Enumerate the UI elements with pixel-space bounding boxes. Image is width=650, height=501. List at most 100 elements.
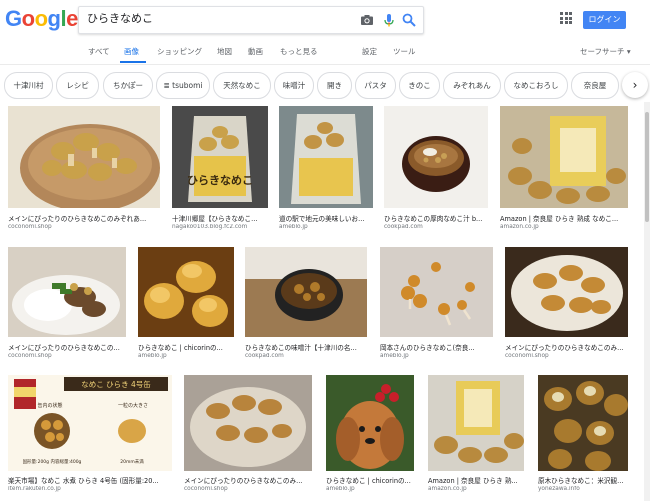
chevron-right-icon[interactable]: › <box>622 72 648 98</box>
tab-more[interactable]: もっと見る <box>280 46 318 57</box>
image-result[interactable]: メインにぴったりのひらきなめこのみぞれあ... coconomi.shop <box>8 106 160 231</box>
result-thumbnail[interactable] <box>245 247 367 337</box>
camera-icon[interactable] <box>359 12 375 28</box>
mushroom-closeup-image <box>138 247 234 337</box>
package-text: ひらきなめこ <box>187 174 253 187</box>
tab-all[interactable]: すべて <box>88 46 110 57</box>
image-result[interactable]: メインにぴったりのひらきなめこの... coconomi.shop <box>8 247 126 362</box>
chip[interactable]: 十津川村 <box>4 72 53 99</box>
canned-mushroom-infographic-image: なめこ ひらき 4号缶 缶内の状態 一粒の大きさ 固形量:200g 内容総量:4… <box>8 375 172 471</box>
result-thumbnail[interactable]: ひらきなめこ <box>172 106 268 208</box>
result-source: coconomi.shop <box>8 224 52 230</box>
result-thumbnail[interactable] <box>500 106 628 208</box>
image-result[interactable]: メインにぴったりのひらきなめこのみ... coconomi.shop <box>184 375 312 495</box>
result-thumbnail[interactable] <box>8 247 126 337</box>
search-input[interactable] <box>87 11 347 24</box>
image-result[interactable]: なめこ ひらき 4号缶 缶内の状態 一粒の大きさ 固形量:200g 内容総量:4… <box>8 375 172 495</box>
result-thumbnail[interactable]: なめこ ひらき 4号缶 缶内の状態 一粒の大きさ 固形量:200g 内容総量:4… <box>8 375 172 471</box>
result-source: coconomi.shop <box>184 486 228 492</box>
chip[interactable]: なめこおろし <box>504 72 568 99</box>
image-result[interactable]: Amazon | 奈良屋 ひらき 熟... amazon.co.jp <box>428 375 524 495</box>
result-thumbnail[interactable] <box>184 375 312 471</box>
result-caption[interactable]: 岡本さんのひらきなめこ(奈良... <box>380 342 493 352</box>
logo-letter: G <box>5 6 22 31</box>
result-caption[interactable]: Amazon | 奈良屋 ひらき 熟... <box>428 475 524 485</box>
chip[interactable]: 味噌汁 <box>274 72 314 99</box>
result-caption[interactable]: ひらきなめこの厚肉なめこ汁 b... <box>384 213 488 223</box>
result-caption[interactable]: Amazon | 奈良屋 ひらき 熟成 なめこ... <box>500 213 628 223</box>
result-caption[interactable]: メインにぴったりのひらきなめこの... <box>8 342 126 352</box>
mushroom-package-image <box>279 106 373 208</box>
result-caption[interactable]: メインにぴったりのひらきなめこのみ... <box>184 475 312 485</box>
chip[interactable]: レシピ <box>56 72 99 99</box>
result-source: amazon.co.jp <box>500 224 539 230</box>
chip[interactable]: ≣ tsubomi <box>156 72 210 99</box>
chip[interactable]: 奈良屋 <box>571 72 619 99</box>
image-result[interactable]: ひらきなめこ | chicorinの... ameblo.jp <box>326 375 414 495</box>
result-source: cookpad.com <box>384 224 423 230</box>
result-source: ameblo.jp <box>380 353 409 359</box>
result-caption[interactable]: ひらきなめこ | chicorinの... <box>138 342 234 352</box>
apps-grid-icon[interactable] <box>560 12 572 24</box>
logo-letter: e <box>66 6 78 31</box>
result-caption[interactable]: 道の駅で地元の美味しいお... <box>279 213 373 223</box>
result-caption[interactable]: ひらきなめこ | chicorinの... <box>326 475 414 485</box>
dog-with-mushrooms-image <box>326 375 414 471</box>
result-caption[interactable]: ひらきなめこの味噌汁【十津川の名... <box>245 342 367 352</box>
search-icon[interactable] <box>401 12 417 28</box>
image-result[interactable]: ひらきなめこ | chicorinの... ameblo.jp <box>138 247 234 362</box>
result-caption[interactable]: 十津川郷屋【ひらきなめこ... <box>172 213 268 223</box>
login-button[interactable]: ログイン <box>583 11 626 29</box>
tab-shopping[interactable]: ショッピング <box>157 46 202 57</box>
tab-settings[interactable]: 設定 <box>362 46 377 57</box>
chip[interactable]: パスタ <box>355 72 396 99</box>
mushroom-package-image <box>428 375 524 471</box>
tab-images[interactable]: 画像 <box>124 46 139 57</box>
tab-maps[interactable]: 地図 <box>217 46 232 57</box>
scrollbar-thumb[interactable] <box>645 112 649 222</box>
result-thumbnail[interactable] <box>326 375 414 471</box>
result-thumbnail[interactable] <box>8 106 160 208</box>
result-thumbnail[interactable] <box>538 375 628 471</box>
result-thumbnail[interactable] <box>279 106 373 208</box>
result-thumbnail[interactable] <box>505 247 628 337</box>
result-thumbnail[interactable] <box>380 247 493 337</box>
result-caption[interactable]: 楽天市場】なめこ 水煮 ひらき 4号缶 (固形量:20... <box>8 475 172 485</box>
result-thumbnail[interactable] <box>138 247 234 337</box>
search-box <box>78 6 424 34</box>
image-result[interactable]: 道の駅で地元の美味しいお... ameblo.jp <box>279 106 373 231</box>
chip[interactable]: ちかぽー <box>103 72 153 99</box>
mushroom-package-image <box>500 106 628 208</box>
image-result[interactable]: ひらきなめこの厚肉なめこ汁 b... cookpad.com <box>384 106 488 231</box>
result-source: nagako0103.blog.fc2.com <box>172 224 248 230</box>
result-caption[interactable]: メインにぴったりのひらきなめこのみ... <box>505 342 628 352</box>
logo-letter: o <box>21 6 35 31</box>
vertical-scrollbar[interactable] <box>644 102 650 501</box>
result-thumbnail[interactable] <box>384 106 488 208</box>
chip[interactable]: みぞれあん <box>443 72 501 99</box>
result-caption[interactable]: メインにぴったりのひらきなめこのみぞれあ... <box>8 213 158 223</box>
mushroom-closeup-image <box>538 375 628 471</box>
image-result[interactable]: ひらきなめこ 十津川郷屋【ひらきなめこ... nagako0103.blog.f… <box>172 106 268 231</box>
result-caption[interactable]: 原木ひらきなめこ：米沢観... <box>538 475 628 485</box>
miso-soup-bowl-image <box>384 106 488 208</box>
chip[interactable]: きのこ <box>399 72 440 99</box>
can-scale-text: 20mm未満 <box>120 458 144 465</box>
image-result[interactable]: メインにぴったりのひらきなめこのみ... coconomi.shop <box>505 247 628 362</box>
safesearch-menu[interactable]: セーフサーチ ▾ <box>580 46 631 57</box>
image-result[interactable]: ひらきなめこの味噌汁【十津川の名... cookpad.com <box>245 247 367 362</box>
image-result[interactable]: 岡本さんのひらきなめこ(奈良... ameblo.jp <box>380 247 493 362</box>
tab-tools[interactable]: ツール <box>393 46 416 57</box>
result-thumbnail[interactable] <box>428 375 524 471</box>
tab-videos[interactable]: 動画 <box>248 46 263 57</box>
microphone-icon[interactable] <box>381 12 397 28</box>
miso-soup-bowl-image <box>245 247 367 337</box>
related-search-chips: 十津川村 レシピ ちかぽー ≣ tsubomi 天然なめこ 味噌汁 開き パスタ… <box>0 70 650 102</box>
google-logo[interactable]: Google <box>5 6 78 32</box>
mushroom-dish-image <box>505 247 628 337</box>
result-source: ameblo.jp <box>326 486 355 492</box>
chip[interactable]: 天然なめこ <box>213 72 271 99</box>
image-result[interactable]: Amazon | 奈良屋 ひらき 熟成 なめこ... amazon.co.jp <box>500 106 628 231</box>
chip[interactable]: 開き <box>317 72 352 99</box>
image-result[interactable]: 原木ひらきなめこ：米沢観... yonezawa.info <box>538 375 628 495</box>
